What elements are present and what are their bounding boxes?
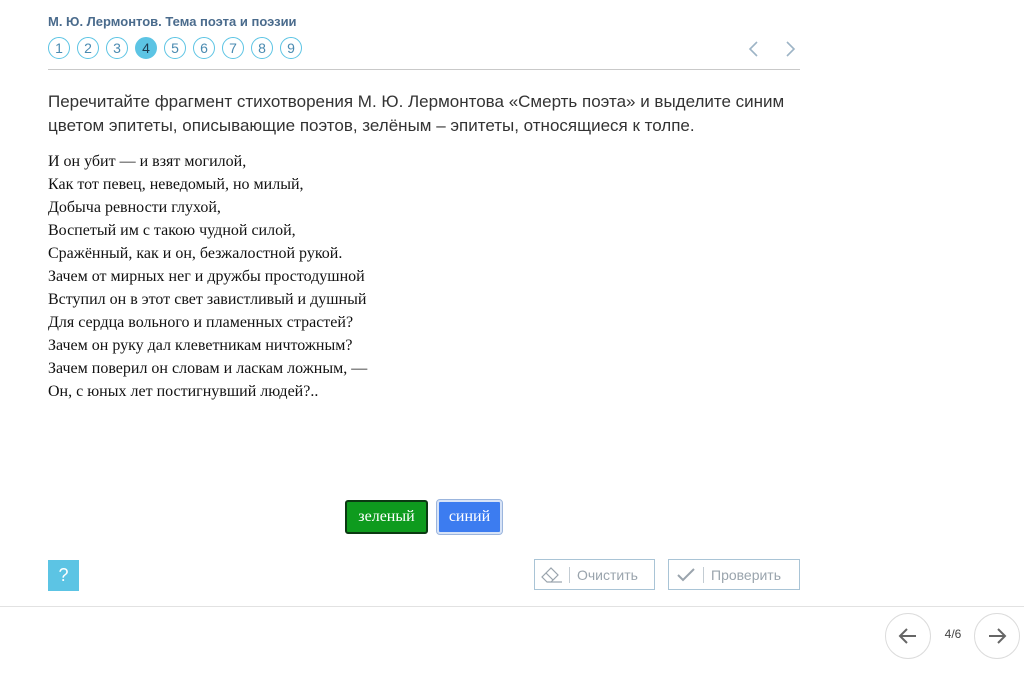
arrow-left-icon bbox=[898, 628, 916, 644]
step-6[interactable]: 6 bbox=[193, 37, 215, 59]
step-9[interactable]: 9 bbox=[280, 37, 302, 59]
poem-line[interactable]: Сражённый, как и он, безжалостной рукой. bbox=[48, 242, 367, 265]
blue-color-button[interactable]: синий bbox=[436, 499, 503, 535]
task-instruction: Перечитайте фрагмент стихотворения М. Ю.… bbox=[48, 92, 785, 135]
poem-line[interactable]: Он, с юных лет постигнувший людей?.. bbox=[48, 380, 367, 403]
breadcrumb: М. Ю. Лермонтов. Тема поэта и поэзии bbox=[48, 14, 297, 29]
green-color-button[interactable]: зеленый bbox=[345, 500, 428, 534]
poem-line[interactable]: И он убит — и взят могилой, bbox=[48, 150, 367, 173]
eraser-icon bbox=[535, 566, 569, 583]
help-button[interactable]: ? bbox=[48, 560, 79, 591]
step-5[interactable]: 5 bbox=[164, 37, 186, 59]
poem-line[interactable]: Как тот певец, неведомый, но милый, bbox=[48, 173, 367, 196]
poem-line[interactable]: Вступил он в этот свет завистливый и душ… bbox=[48, 288, 367, 311]
poem-line[interactable]: Зачем от мирных нег и дружбы простодушно… bbox=[48, 265, 367, 288]
step-2[interactable]: 2 bbox=[77, 37, 99, 59]
chevron-left-icon[interactable] bbox=[744, 38, 762, 60]
poem-line[interactable]: Добыча ревности глухой, bbox=[48, 196, 367, 219]
step-8[interactable]: 8 bbox=[251, 37, 273, 59]
step-4-active[interactable]: 4 bbox=[135, 37, 157, 59]
separator bbox=[703, 566, 704, 583]
clear-label: Очистить bbox=[577, 566, 638, 583]
poem-line[interactable]: Для сердца вольного и пламенных страстей… bbox=[48, 311, 367, 334]
step-nav: 1 2 3 4 5 6 7 8 9 bbox=[48, 37, 302, 59]
clear-button[interactable]: Очистить bbox=[534, 559, 655, 590]
next-page-button[interactable] bbox=[974, 613, 1020, 659]
arrow-right-icon bbox=[989, 628, 1007, 644]
step-7[interactable]: 7 bbox=[222, 37, 244, 59]
step-arrows bbox=[744, 38, 800, 60]
page-counter: 4/6 bbox=[944, 627, 962, 641]
check-label: Проверить bbox=[711, 566, 782, 583]
poem-line[interactable]: Воспетый им с такою чудной силой, bbox=[48, 219, 367, 242]
step-1[interactable]: 1 bbox=[48, 37, 70, 59]
header-divider bbox=[48, 69, 800, 70]
checkmark-icon bbox=[669, 567, 703, 583]
poem-fragment: И он убит — и взят могилой, Как тот певе… bbox=[48, 150, 367, 403]
footer-divider bbox=[0, 606, 1024, 607]
step-3[interactable]: 3 bbox=[106, 37, 128, 59]
prev-page-button[interactable] bbox=[885, 613, 931, 659]
poem-line[interactable]: Зачем он руку дал клеветникам ничтожным? bbox=[48, 334, 367, 357]
chevron-right-icon[interactable] bbox=[782, 38, 800, 60]
poem-line[interactable]: Зачем поверил он словам и ласкам ложным,… bbox=[48, 357, 367, 380]
separator bbox=[569, 566, 570, 583]
check-button[interactable]: Проверить bbox=[668, 559, 800, 590]
